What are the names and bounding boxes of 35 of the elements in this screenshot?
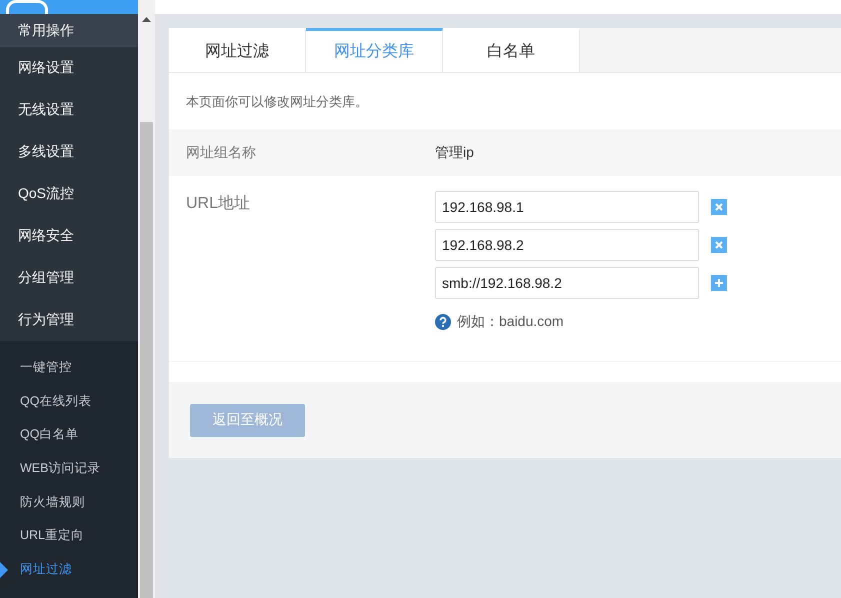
- url-input[interactable]: smb://192.168.98.2: [435, 267, 699, 299]
- field-label: URL地址: [186, 195, 250, 212]
- submenu-item[interactable]: QQ在线列表: [0, 384, 138, 418]
- close-icon: [715, 203, 723, 211]
- help-icon: [435, 314, 451, 330]
- sidebar-item[interactable]: 行为管理: [0, 299, 138, 341]
- sidebar-item[interactable]: 分组管理: [0, 257, 138, 299]
- sidebar-item[interactable]: 网络安全: [0, 215, 138, 257]
- plus-icon: [715, 279, 723, 287]
- field-label: 网址组名称: [185, 144, 257, 162]
- tab[interactable]: 网址过滤: [169, 28, 306, 72]
- url-input[interactable]: 192.168.98.2: [435, 229, 699, 261]
- sidebar-item[interactable]: 网络设置: [0, 47, 138, 89]
- submenu-item[interactable]: WEB访问记录: [0, 452, 138, 486]
- url-input[interactable]: 192.168.98.1: [435, 191, 699, 223]
- submenu-item[interactable]: 一键管控: [0, 351, 138, 385]
- add-button[interactable]: [711, 275, 727, 291]
- submenu-item[interactable]: URL重定向: [0, 518, 138, 553]
- sidebar-item[interactable]: 无线设置: [0, 89, 138, 131]
- sidebar-item[interactable]: QoS流控: [0, 173, 138, 215]
- submenu-item[interactable]: QQ白名单: [0, 418, 138, 452]
- tab[interactable]: 白名单: [443, 28, 580, 72]
- scrollbar[interactable]: [138, 0, 155, 598]
- remove-button[interactable]: [711, 199, 727, 215]
- hint-text: 例如：baidu.com: [457, 313, 564, 331]
- remove-button[interactable]: [711, 237, 727, 253]
- sidebar-item[interactable]: 常用操作: [0, 14, 138, 47]
- submenu-item[interactable]: 网址过滤: [0, 552, 138, 586]
- close-icon: [715, 241, 723, 249]
- sidebar-item[interactable]: 多线设置: [0, 131, 138, 173]
- active-marker-icon: [0, 562, 8, 578]
- page-description: 本页面你可以修改网址分类库。: [185, 93, 369, 111]
- field-value: 管理ip: [435, 144, 474, 162]
- scroll-up-icon[interactable]: [142, 17, 151, 22]
- submenu-item[interactable]: 防火墙规则: [0, 485, 138, 519]
